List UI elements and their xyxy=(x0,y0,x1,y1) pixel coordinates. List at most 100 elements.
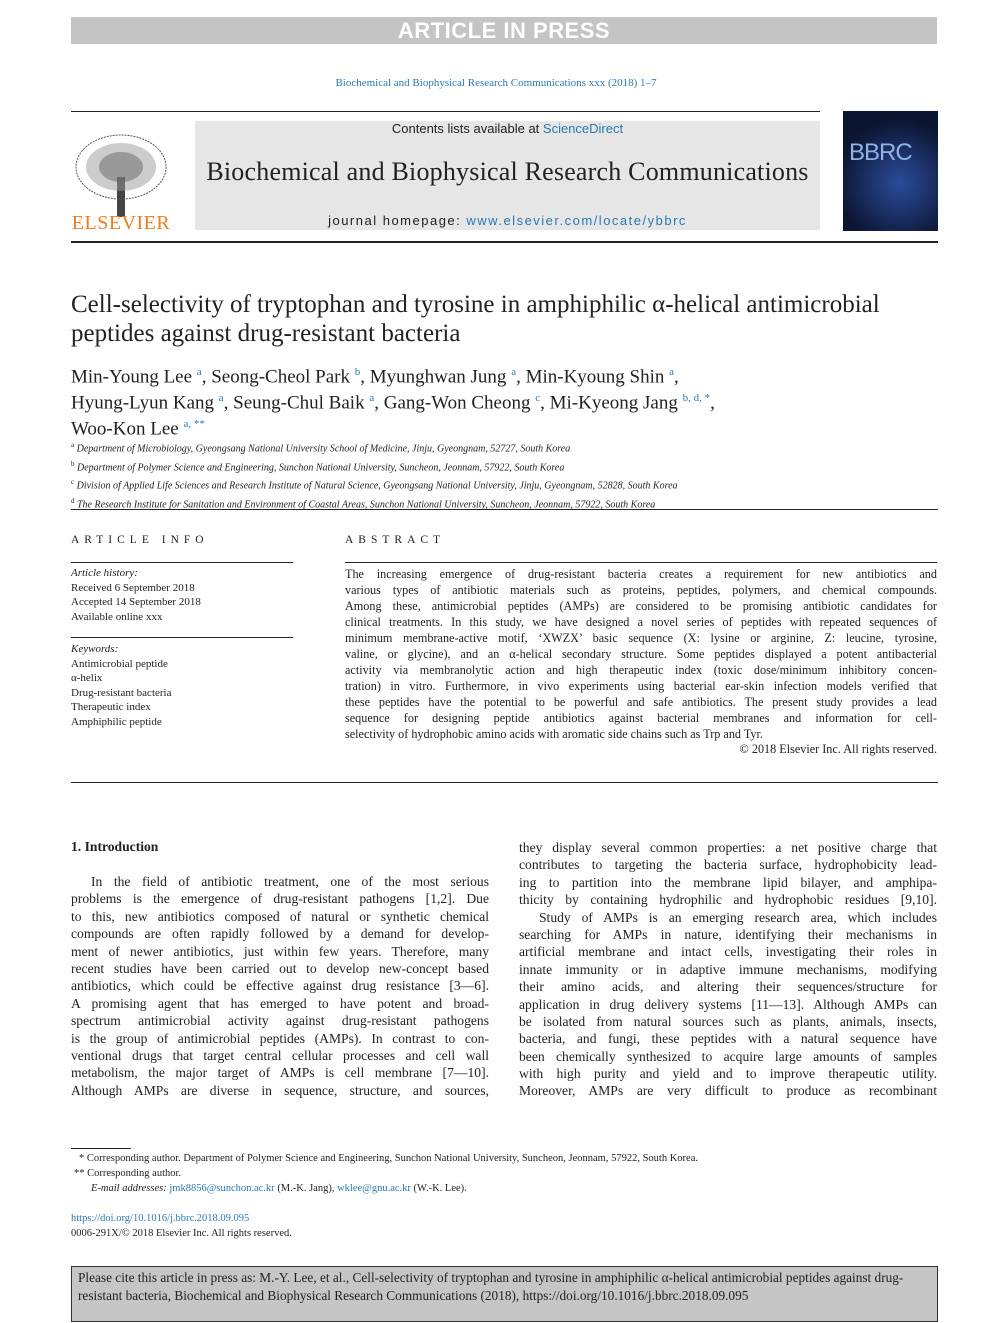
contents-prefix: Contents lists available at xyxy=(391,121,543,136)
author: Seong-Cheol Park xyxy=(211,366,350,388)
affiliation-key: a xyxy=(71,441,75,449)
affiliation-text: Division of Applied Life Sciences and Re… xyxy=(76,480,678,492)
text-line: sequence for designing peptide antibioti… xyxy=(345,711,937,725)
affiliation-key: c xyxy=(71,478,75,487)
author-affiliation-marker[interactable]: a, ** xyxy=(183,418,204,430)
divider xyxy=(71,562,293,563)
text-line: be isolated from natural sources such as… xyxy=(519,1013,937,1029)
journal-masthead: Contents lists available at ScienceDirec… xyxy=(195,121,820,230)
divider xyxy=(71,241,938,243)
text-line: compounds are often rapidly followed by … xyxy=(71,926,489,942)
elsevier-wordmark: ELSEVIER xyxy=(71,212,171,234)
article-history: Article history: Received 6 September 20… xyxy=(71,566,201,624)
issn-copyright: 0006-291X/© 2018 Elsevier Inc. All right… xyxy=(71,1228,292,1239)
author-separator: , xyxy=(710,392,715,414)
text-line: Moreover, AMPs are very difficult to pro… xyxy=(519,1083,937,1099)
contents-line: Contents lists available at ScienceDirec… xyxy=(195,121,820,137)
article-in-press-banner: ARTICLE IN PRESS xyxy=(71,17,937,44)
author: Woo-Kon Lee xyxy=(71,417,179,439)
text-line: been chemically synthesized to acquire l… xyxy=(519,1048,937,1064)
cover-text: BBRC xyxy=(849,139,913,166)
author: Gang-Won Cheong xyxy=(383,392,531,414)
introduction-heading: 1. Introduction xyxy=(71,839,159,854)
author-affiliation-marker[interactable]: b, d, * xyxy=(683,392,711,404)
footnote-divider xyxy=(71,1148,131,1149)
text-line: clinical treatments. In this study, we h… xyxy=(345,615,937,629)
keyword: Amphiphilic peptide xyxy=(71,715,162,728)
author-separator: , xyxy=(223,392,234,414)
sciencedirect-link[interactable]: ScienceDirect xyxy=(543,121,623,136)
history-item: Available online xxx xyxy=(71,610,163,623)
text-line: In the field of antibiotic treatment, on… xyxy=(91,874,489,889)
history-item: Received 6 September 2018 xyxy=(71,581,195,594)
keyword: Drug-resistant bacteria xyxy=(71,686,172,699)
footnote-corresponding-2: ** Corresponding author. xyxy=(74,1168,182,1179)
article-info-heading: ARTICLE INFO xyxy=(71,534,209,546)
homepage-prefix: journal homepage: xyxy=(328,213,467,228)
abstract-body: The increasing emergence of drug-resista… xyxy=(345,566,937,742)
text-line: with high purity and yield and to improv… xyxy=(519,1066,937,1082)
text-line: Although AMPs are diverse in sequence, s… xyxy=(71,1082,489,1098)
text-line: valine, or glycine), and an α-helical se… xyxy=(345,647,937,661)
text-line: these peptides have the potential to be … xyxy=(345,695,937,709)
journal-title: Biochemical and Biophysical Research Com… xyxy=(206,157,809,186)
author-separator: , xyxy=(360,366,370,388)
affiliation: b Department of Polymer Science and Engi… xyxy=(71,457,931,476)
divider xyxy=(345,562,937,563)
text-line: The increasing emergence of drug-resista… xyxy=(345,567,937,581)
email-owner: (M.-K. Jang), xyxy=(274,1183,338,1194)
divider xyxy=(71,782,938,783)
divider xyxy=(71,637,293,638)
journal-cover-image: BBRC xyxy=(843,111,938,231)
intro-left-column: In the field of antibiotic treatment, on… xyxy=(71,873,489,1099)
email-label: E-mail addresses: xyxy=(91,1183,170,1194)
text-line: searching for AMPs in nature, identifyin… xyxy=(519,926,937,942)
author: Myunghwan Jung xyxy=(369,366,507,388)
affiliation-key: d xyxy=(71,497,75,506)
author: Min-Kyoung Shin xyxy=(525,366,665,388)
affiliation-key: b xyxy=(71,459,75,468)
journal-reference-link[interactable]: Biochemical and Biophysical Research Com… xyxy=(0,77,992,89)
author-separator: , xyxy=(374,392,384,414)
text-line: bacteria, and fungi, these peptides with… xyxy=(519,1031,937,1047)
affiliation: d The Research Institute for Sanitation … xyxy=(71,494,931,513)
author-separator: , xyxy=(540,392,550,414)
homepage-link[interactable]: www.elsevier.com/locate/ybbrc xyxy=(466,213,687,228)
affiliation-text: Department of Polymer Science and Engine… xyxy=(77,462,565,474)
text-line: problems is the emergence of drug-resist… xyxy=(71,891,489,907)
text-line: antibiotics, which could be effective ag… xyxy=(71,978,489,994)
text-line: metabolism, the major target of AMPs is … xyxy=(71,1065,489,1081)
text-line: Among these, antimicrobial peptides (AMP… xyxy=(345,599,937,613)
text-line: selectivity of hydrophobic amino acids w… xyxy=(345,727,763,741)
doi-link[interactable]: https://doi.org/10.1016/j.bbrc.2018.09.0… xyxy=(71,1211,941,1226)
text-line: various types of antibiotic materials su… xyxy=(345,583,937,597)
author-separator: , xyxy=(201,366,212,388)
text-line: to this, new antibiotics composed of nat… xyxy=(71,908,489,924)
intro-right-column: they display several common properties: … xyxy=(519,839,937,1100)
author: Min-Young Lee xyxy=(71,366,193,388)
affiliation-text: Department of Microbiology, Gyeongsang N… xyxy=(76,443,571,455)
history-label: Article history: xyxy=(71,567,138,579)
keyword-list: Antimicrobial peptide α-helix Drug-resista… xyxy=(71,657,171,730)
email-addresses: E-mail addresses: jmk8856@sunchon.ac.kr … xyxy=(71,1181,941,1196)
email-link-jang[interactable]: jmk8856@sunchon.ac.kr xyxy=(169,1183,274,1194)
article-title: Cell-selectivity of tryptophan and tyros… xyxy=(71,291,880,347)
author: Seung-Chul Baik xyxy=(233,392,365,414)
author-separator: , xyxy=(516,366,526,388)
text-line: ing to partition into the membrane lipid… xyxy=(519,874,937,890)
text-line: innate immunity or in adaptive immune me… xyxy=(519,961,937,977)
divider xyxy=(71,111,820,112)
email-link-lee[interactable]: wklee@gnu.ac.kr xyxy=(337,1183,411,1194)
divider xyxy=(71,509,938,510)
text-line: ventional drugs that target central cell… xyxy=(71,1047,489,1063)
text-line: artificial membrane and intact cells, in… xyxy=(519,944,937,960)
keyword: Therapeutic index xyxy=(71,701,151,713)
text-line: is the group of antimicrobial peptides (… xyxy=(71,1030,489,1046)
text-line: spectrum antimicrobial activity against … xyxy=(71,1013,489,1029)
abstract-copyright: © 2018 Elsevier Inc. All rights reserved… xyxy=(739,742,937,756)
text-line: thicity by containing hydrophilic and hy… xyxy=(519,892,937,908)
affiliation: c Division of Applied Life Sciences and … xyxy=(71,475,931,494)
citation-box: Please cite this article in press as: M.… xyxy=(71,1266,938,1322)
history-item: Accepted 14 September 2018 xyxy=(71,596,201,608)
text-line: they display several common properties: … xyxy=(519,840,937,855)
